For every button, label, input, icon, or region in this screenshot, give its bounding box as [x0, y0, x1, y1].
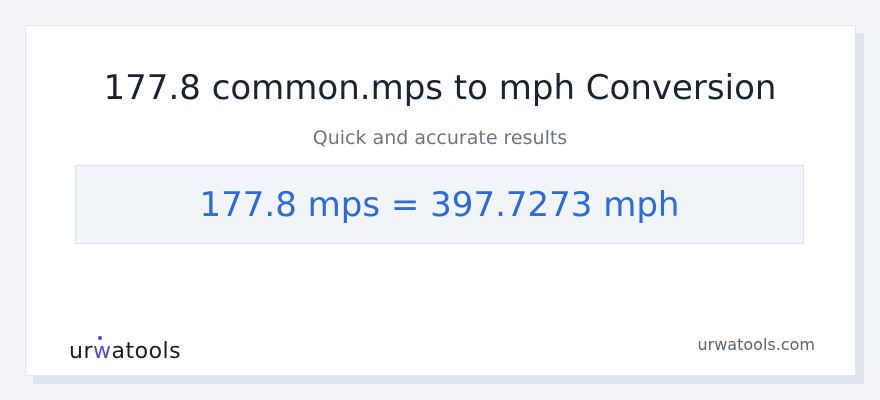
logo-text-accent: w [93, 336, 112, 364]
site-url-link[interactable]: urwatools.com [698, 334, 816, 356]
logo-text-start: ur [69, 339, 93, 364]
logo-text-end: atools [111, 339, 182, 364]
page-title: 177.8 common.mps to mph Conversion [103, 68, 777, 108]
conversion-result: 177.8 mps = 397.7273 mph [199, 184, 680, 225]
page-subtitle: Quick and accurate results [312, 127, 568, 149]
page: 177.8 common.mps to mph Conversion Quick… [0, 0, 880, 400]
result-box: 177.8 mps = 397.7273 mph [75, 165, 804, 244]
brand-logo[interactable]: ur w atools [69, 335, 181, 365]
